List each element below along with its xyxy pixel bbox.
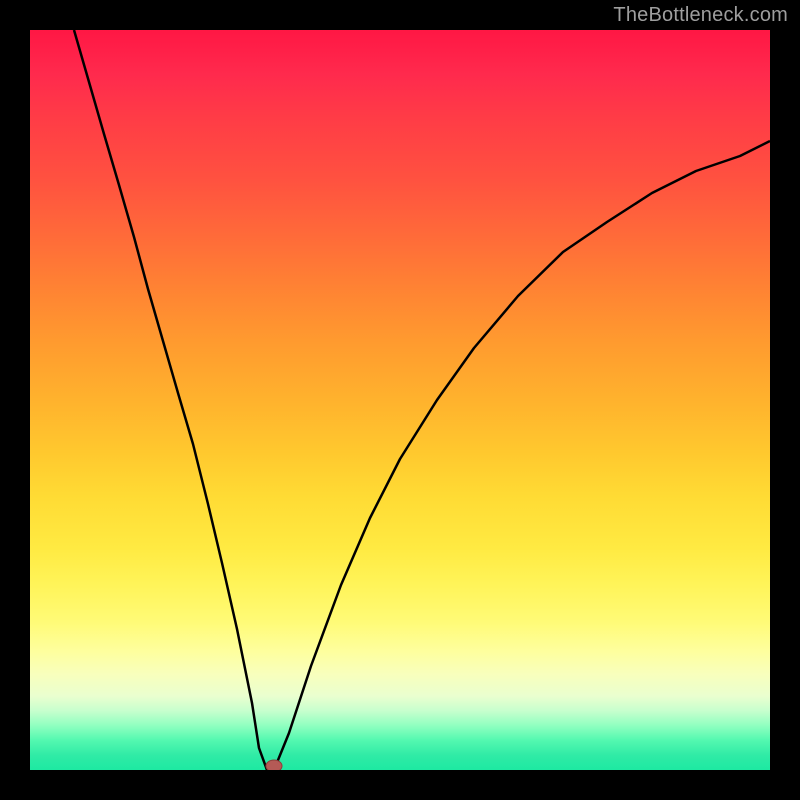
plot-area — [30, 30, 770, 770]
chart-frame: TheBottleneck.com — [0, 0, 800, 800]
bottleneck-curve — [30, 30, 770, 770]
optimal-point-marker — [266, 760, 282, 770]
curve-left-branch — [74, 30, 274, 770]
curve-right-branch — [274, 141, 770, 770]
watermark-text: TheBottleneck.com — [613, 4, 788, 27]
